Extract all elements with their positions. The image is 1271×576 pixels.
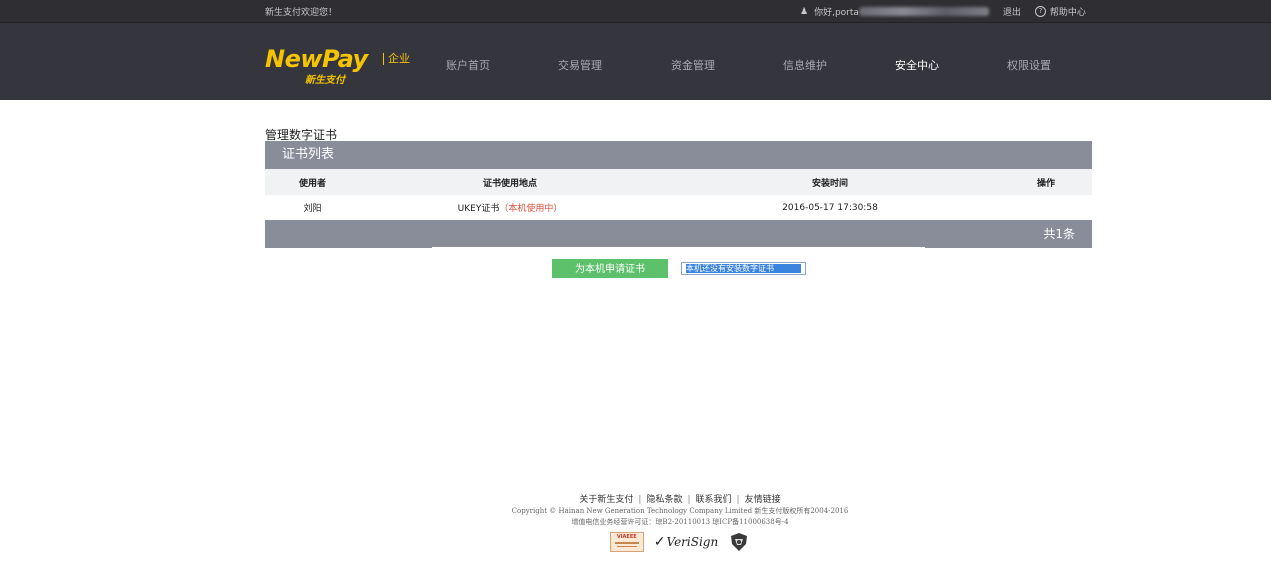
in-use-status: （本机使用中） (499, 204, 563, 214)
cell-installed: 2016-05-17 17:30:58 (782, 202, 878, 213)
certification-seal-icon[interactable]: VIAEEE (609, 532, 644, 552)
greeting-text: 你好,porta (814, 8, 859, 18)
police-badge-icon[interactable] (728, 532, 750, 552)
footer-divider (432, 247, 925, 248)
footer-link-privacy[interactable]: 隐私条款 (646, 495, 682, 505)
top-bar: 新生支付欢迎您！ ♟ 你好,porta 退出 ? 帮助中心 (0, 0, 1271, 23)
column-header-action: 操作 (1000, 169, 1092, 195)
apply-certificate-button[interactable]: 为本机申请证书 (552, 259, 668, 278)
column-header-location: 证书使用地点 (360, 169, 660, 195)
nav-item-security[interactable]: 安全中心 (867, 57, 967, 73)
footer-links: 关于新生支付 | 隐私条款 | 联系我们 | 友情链接 (400, 494, 960, 506)
location-text: UKEY证书 (457, 204, 500, 214)
verisign-check-icon: ✓ (653, 534, 666, 550)
nav-item-permissions[interactable]: 权限设置 (979, 57, 1079, 73)
blurred-account-name (858, 7, 989, 16)
help-link[interactable]: 帮助中心 (1050, 5, 1086, 18)
table-row: 刘阳 UKEY证书（本机使用中） 2016-05-17 17:30:58 (265, 195, 1092, 220)
nav-item-account-home[interactable]: 账户首页 (418, 57, 518, 73)
logo-word: NewPay (265, 45, 368, 73)
seal-text: VIAEEE (616, 534, 637, 540)
separator: | (638, 495, 642, 505)
panel-footer: 共1条 (265, 220, 1092, 248)
footer-link-friends[interactable]: 友情链接 (745, 495, 781, 505)
license-text: 增值电信业务经营许可证：琼B2-20110013 琼ICP备11000638号-… (571, 518, 789, 526)
no-cert-notice: 本机还没有安装数字证书 (681, 262, 806, 275)
no-cert-text: 本机还没有安装数字证书 (686, 264, 801, 273)
cell-action (1000, 195, 1092, 220)
main-nav: NewPay 新生支付 企业 账户首页 交易管理 资金管理 信息维护 安全中心 … (0, 23, 1271, 100)
welcome-text: 新生支付欢迎您！ (265, 8, 338, 18)
nav-item-info[interactable]: 信息维护 (755, 57, 855, 73)
table-header-row: 使用者 证书使用地点 安装时间 操作 (265, 169, 1092, 195)
verisign-badge[interactable]: ✓ VeriSign (654, 534, 718, 550)
footer-link-about[interactable]: 关于新生支付 (579, 495, 633, 505)
user-icon: ♟ (800, 6, 809, 17)
verisign-text: VeriSign (666, 535, 719, 549)
footer: 关于新生支付 | 隐私条款 | 联系我们 | 友情链接 Copyright © Hainan… (400, 494, 960, 552)
total-count: 共1条 (1043, 227, 1075, 241)
cell-location: UKEY证书（本机使用中） (360, 195, 660, 220)
logo-edition: 企业 (383, 53, 410, 65)
cert-table: 使用者 证书使用地点 安装时间 操作 刘阳 UKEY证书（本机使用中） 2016… (265, 169, 1092, 220)
nav-item-funds[interactable]: 资金管理 (643, 57, 743, 73)
cell-user: 刘阳 (303, 204, 322, 214)
logo-chinese: 新生支付 (305, 75, 345, 86)
panel-title: 证书列表 (265, 141, 1092, 169)
cert-panel: 证书列表 使用者 证书使用地点 安装时间 操作 刘阳 UKEY证书（本机使用中）… (265, 141, 1092, 248)
column-header-user: 使用者 (265, 169, 360, 195)
column-header-installed: 安装时间 (660, 169, 1000, 195)
trust-badges: VIAEEE ✓ VeriSign (400, 532, 960, 552)
footer-link-contact[interactable]: 联系我们 (696, 495, 732, 505)
user-area: ♟ 你好,porta 退出 ? 帮助中心 (800, 5, 1086, 18)
copyright-text: Copyright © Hainan New Generation Techno… (511, 507, 849, 515)
logout-link[interactable]: 退出 (1003, 5, 1021, 18)
separator: | (687, 495, 691, 505)
help-icon[interactable]: ? (1034, 6, 1046, 17)
separator: | (736, 495, 740, 505)
nav-item-transactions[interactable]: 交易管理 (530, 57, 630, 73)
